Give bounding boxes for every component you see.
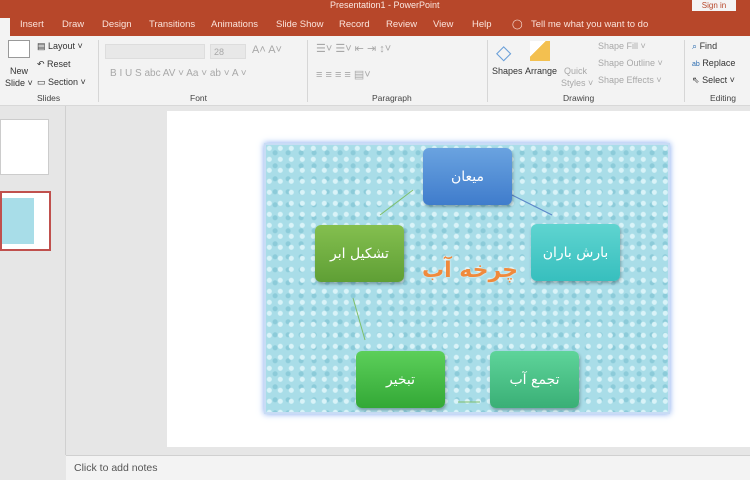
- notes-pane[interactable]: Click to add notes: [66, 455, 750, 480]
- notes-placeholder: Click to add notes: [74, 462, 158, 474]
- box-rainfall[interactable]: بارش باران: [531, 224, 620, 281]
- box-evaporation[interactable]: تبخیر: [356, 351, 445, 408]
- box-cloud-formation[interactable]: تشکیل ابر: [315, 225, 404, 282]
- box-water-collection[interactable]: تجمع آب: [490, 351, 579, 408]
- box-condensation[interactable]: میعان: [423, 148, 512, 205]
- slide-title[interactable]: چرخه آب: [415, 258, 525, 283]
